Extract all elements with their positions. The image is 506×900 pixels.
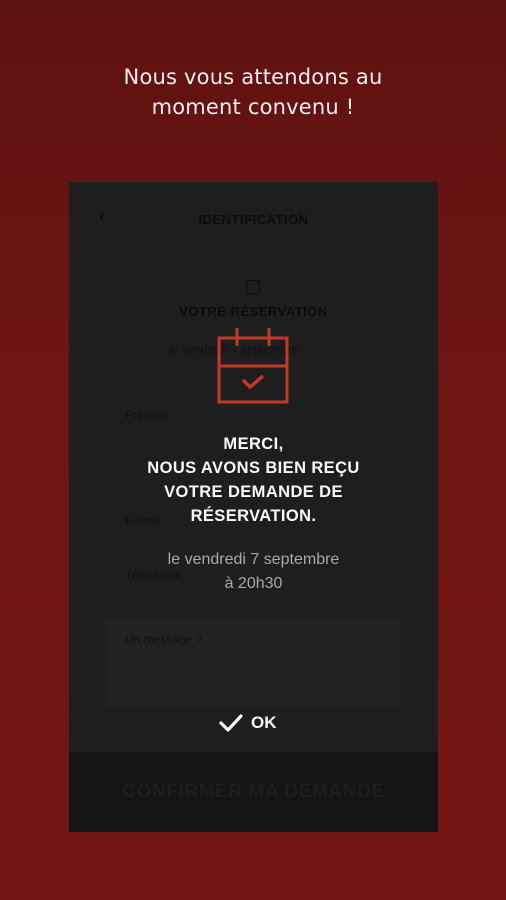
headline-line-1: Nous vous attendons au [123, 65, 383, 89]
headline-line-2: moment convenu ! [151, 95, 355, 119]
confirmation-message: MERCI, NOUS AVONS BIEN REÇU VOTRE DEMAND… [69, 432, 438, 528]
check-icon [219, 714, 243, 732]
first-name-placeholder: Prénom [125, 408, 168, 422]
ok-label: OK [251, 713, 277, 732]
phone-screen: ‹ IDENTIFICATION VOTRE RÉSERVATION le ve… [69, 182, 438, 832]
date-line-1: le vendredi 7 septembre [167, 551, 340, 568]
ok-button[interactable]: OK [219, 711, 277, 735]
message-placeholder: Un message ? [125, 632, 203, 646]
message-textarea[interactable]: Un message ? [105, 618, 401, 708]
calendar-check-icon [217, 328, 289, 404]
form-header: ‹ IDENTIFICATION [69, 202, 438, 238]
confirm-request-button[interactable]: CONFIRMER MA DEMANDE [69, 752, 438, 832]
reservation-title: VOTRE RÉSERVATION [179, 304, 328, 319]
headline: Nous vous attendons au moment convenu ! [0, 62, 506, 122]
date-line-2: à 20h30 [224, 575, 283, 592]
confirmation-line-2: NOUS AVONS BIEN REÇU [147, 459, 360, 477]
confirmation-line-3: VOTRE DEMANDE DE [164, 483, 343, 501]
confirmation-line-4: RÉSERVATION. [190, 507, 317, 525]
form-title: IDENTIFICATION [198, 212, 309, 227]
reservation-date: le vendredi 7 septembre à 20h30 [69, 548, 438, 596]
calendar-icon [246, 280, 260, 294]
confirmation-line-1: MERCI, [223, 435, 284, 453]
